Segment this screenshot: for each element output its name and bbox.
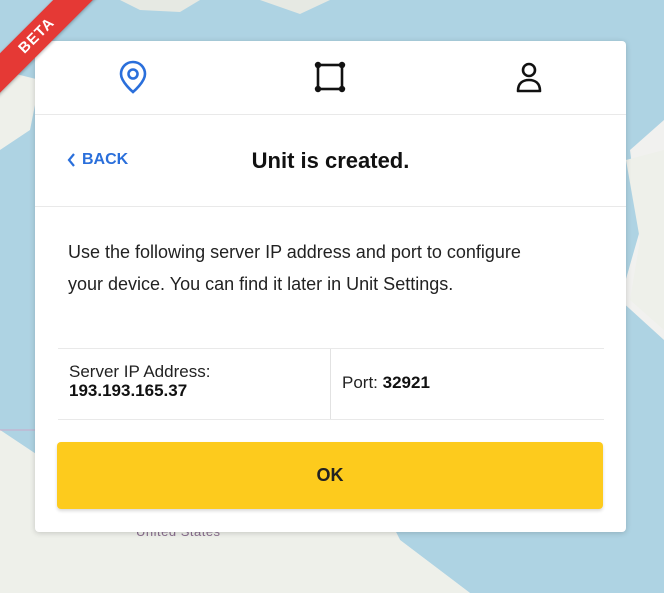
server-info: Server IP Address: 193.193.165.37 Port: … [58, 348, 604, 420]
top-nav [35, 41, 626, 115]
port-label: Port: [342, 373, 383, 392]
page-title: Unit is created. [251, 148, 410, 173]
ok-button[interactable]: OK [57, 442, 603, 509]
panel-header: BACK Unit is created. [35, 115, 626, 207]
nav-area-button[interactable] [310, 57, 350, 97]
user-icon [516, 62, 542, 93]
screen: BETA United States [0, 0, 664, 593]
instructions-text: Use the following server IP address and … [68, 242, 521, 294]
location-pin-icon [119, 60, 147, 94]
port-cell: Port: 32921 [331, 349, 604, 419]
port-value: 32921 [382, 373, 430, 392]
server-ip-cell: Server IP Address: 193.193.165.37 [58, 349, 331, 419]
unit-created-panel: BACK Unit is created. Use the following … [35, 41, 626, 532]
server-ip-value: 193.193.165.37 [69, 381, 188, 400]
nav-location-button[interactable] [113, 57, 153, 97]
nav-user-button[interactable] [509, 57, 549, 97]
server-ip-label: Server IP Address: [69, 362, 211, 381]
area-polygon-icon [314, 61, 346, 93]
